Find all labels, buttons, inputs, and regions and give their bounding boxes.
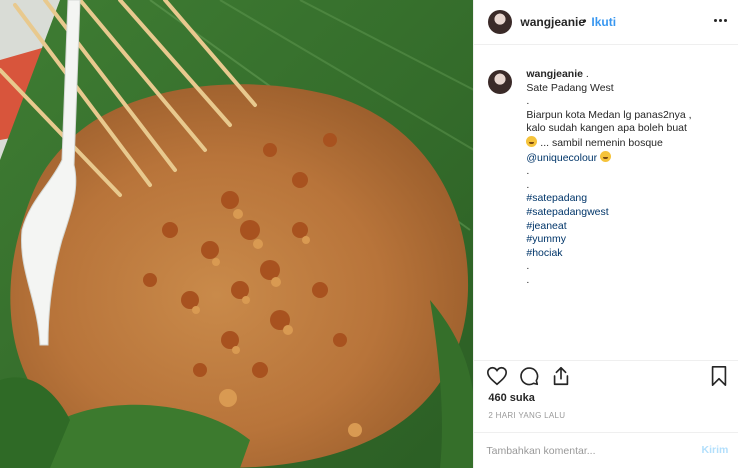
caption-line: Biarpun kota Medan lg panas2nya , (526, 108, 692, 121)
avatar[interactable] (488, 10, 513, 34)
hashtag-link[interactable]: #yummy (526, 233, 731, 247)
caption-avatar[interactable] (488, 70, 513, 94)
mention-link[interactable]: @uniquecolour (526, 152, 597, 164)
caption-line: . (585, 68, 589, 80)
caption-line: . (526, 260, 530, 273)
instagram-post: wangjeanie • Ikuti wangjeanie . Sate Pad… (0, 0, 738, 468)
post-header: wangjeanie • Ikuti (474, 0, 738, 45)
laughing-face-emoji-icon (600, 150, 612, 162)
caption-line: . (526, 273, 530, 286)
sate-padang-photo (0, 0, 474, 468)
caption-line: . (526, 165, 530, 178)
hashtag-link[interactable]: #hociak (526, 247, 731, 261)
header-separator: • (582, 14, 587, 28)
caption-line: . (526, 178, 530, 191)
bookmark-icon[interactable] (708, 365, 730, 387)
comment-bar: Kirim (474, 432, 738, 469)
hashtag-link[interactable]: #satepadang (526, 192, 731, 206)
post-timestamp[interactable]: 2 HARI YANG LALU (488, 411, 565, 420)
share-icon[interactable] (550, 365, 572, 387)
caption-username[interactable]: wangjeanie (526, 68, 583, 80)
header-username[interactable]: wangjeanie (520, 15, 585, 29)
comment-input[interactable] (486, 442, 687, 460)
likes-count[interactable]: 460 suka (488, 392, 534, 404)
action-bar (474, 360, 738, 391)
comment-icon[interactable] (518, 365, 540, 387)
caption-text: wangjeanie . Sate Padang West . Biarpun … (526, 68, 731, 288)
caption-area: wangjeanie . Sate Padang West . Biarpun … (474, 60, 738, 360)
follow-button[interactable]: Ikuti (591, 15, 616, 29)
caption-line: kalo sudah kangen apa boleh buat (526, 122, 687, 135)
caption-line: Sate Padang West (526, 81, 614, 94)
heart-icon[interactable] (486, 365, 508, 387)
post-side-panel: wangjeanie • Ikuti wangjeanie . Sate Pad… (473, 0, 738, 468)
caption-line: ... sambil nemenin bosque (540, 136, 663, 149)
hashtag-link[interactable]: #satepadangwest (526, 206, 731, 220)
send-comment-button[interactable]: Kirim (702, 444, 729, 456)
hashtag-link[interactable]: #jeaneat (526, 220, 731, 234)
grinning-face-emoji-icon (526, 135, 538, 147)
more-options-icon[interactable] (714, 12, 728, 28)
post-photo[interactable] (0, 0, 474, 468)
caption-line: . (526, 95, 530, 108)
